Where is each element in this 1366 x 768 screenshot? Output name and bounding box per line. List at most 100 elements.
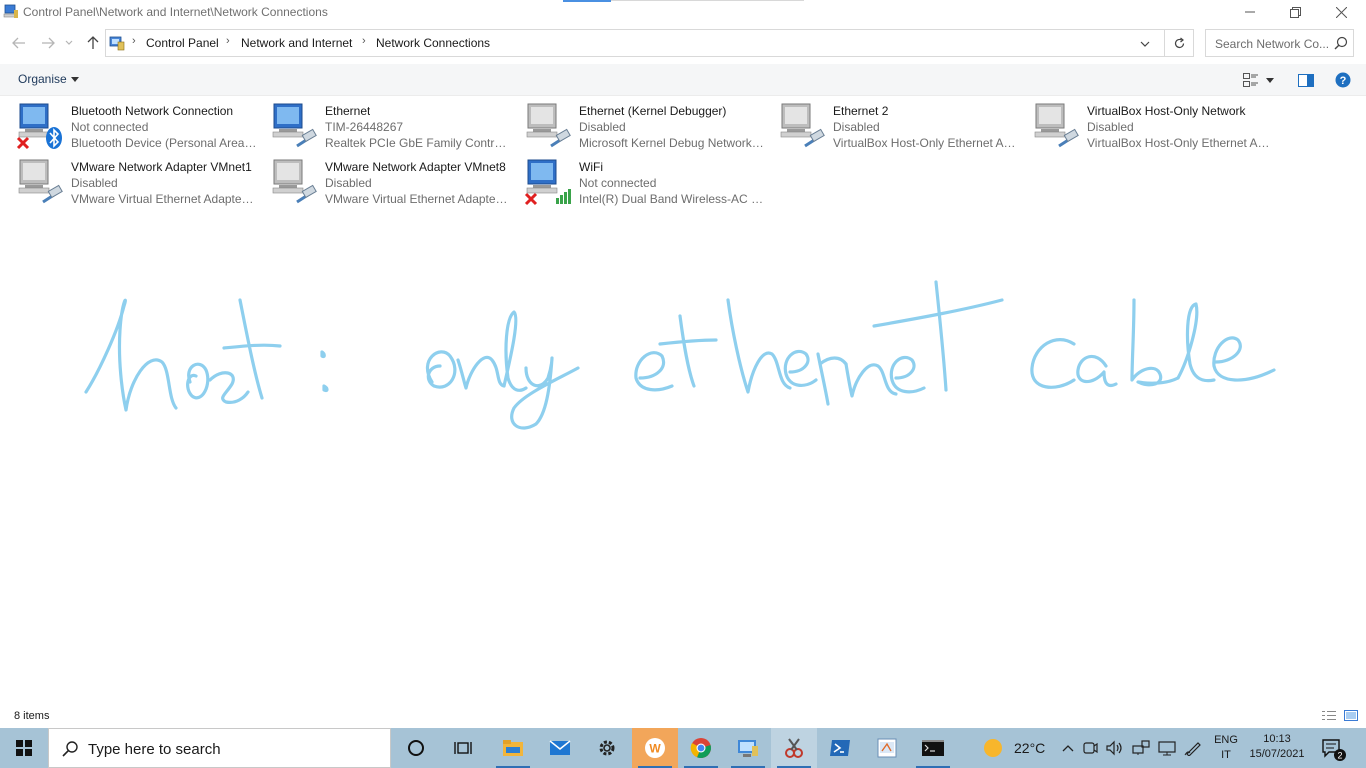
clock[interactable]: 10:13 15/07/2021 [1246, 732, 1308, 762]
back-button[interactable] [8, 33, 30, 53]
organise-label: Organise [18, 72, 67, 86]
item-count: 8 items [14, 710, 50, 722]
file-explorer-button[interactable] [490, 728, 536, 768]
weather-sun-icon [984, 739, 1002, 757]
view-options-icon [1243, 73, 1258, 87]
volume-icon[interactable] [1106, 740, 1124, 756]
breadcrumb-separator-icon: › [132, 35, 136, 47]
chevron-down-icon [1266, 77, 1274, 83]
chrome-icon [690, 738, 711, 759]
up-arrow-icon [87, 36, 99, 49]
powershell-button[interactable] [817, 728, 863, 768]
search-box[interactable]: Search Network Co... [1205, 29, 1354, 57]
recent-locations-button[interactable] [62, 33, 76, 53]
taskbar: Type here to search W 22°C ENG IT 10:13 … [0, 728, 1366, 768]
pen-workspace-icon[interactable] [1184, 740, 1202, 756]
chevron-down-icon [1140, 41, 1150, 47]
breadcrumb-network-and-internet[interactable]: Network and Internet [241, 36, 352, 50]
file-explorer-icon [503, 740, 523, 756]
svg-text:?: ? [1340, 75, 1347, 87]
help-button[interactable]: ? [1334, 72, 1352, 88]
title-accent [563, 0, 611, 2]
help-icon: ? [1335, 72, 1351, 88]
breadcrumb-control-panel[interactable]: Control Panel [146, 36, 219, 50]
cortana-button[interactable] [393, 728, 439, 768]
paint-button[interactable] [864, 728, 910, 768]
up-button[interactable] [82, 33, 104, 53]
task-view-icon [454, 742, 472, 754]
refresh-button[interactable] [1164, 30, 1194, 56]
preview-pane-button[interactable] [1297, 72, 1315, 88]
breadcrumb-network-connections[interactable]: Network Connections [376, 36, 490, 50]
address-history-button[interactable] [1134, 34, 1156, 54]
view-menu-button[interactable] [1264, 72, 1276, 88]
action-center-icon[interactable]: 2 [1320, 736, 1346, 762]
preview-pane-icon [1298, 73, 1314, 87]
terminal-icon [922, 740, 944, 756]
search-icon[interactable] [1334, 36, 1348, 50]
details-view-icon[interactable] [1322, 710, 1336, 721]
input-language[interactable]: ENG IT [1208, 733, 1244, 763]
task-view-button[interactable] [440, 728, 486, 768]
snipping-tool-button[interactable] [771, 728, 817, 768]
close-button[interactable] [1318, 0, 1364, 24]
meet-now-icon[interactable] [1082, 740, 1098, 756]
minimize-button[interactable] [1227, 0, 1273, 24]
chrome-button[interactable] [678, 728, 724, 768]
forward-button[interactable] [37, 33, 59, 53]
network-connections-app-icon [3, 4, 18, 18]
minimize-icon [1245, 11, 1255, 13]
terminal-button[interactable] [910, 728, 956, 768]
snipping-tool-icon [785, 738, 803, 758]
svg-text:W: W [649, 742, 661, 756]
search-icon [62, 741, 78, 757]
back-arrow-icon [12, 37, 25, 49]
app-w-icon: W [645, 738, 665, 758]
restore-button[interactable] [1272, 0, 1318, 24]
language-code: ENG [1214, 734, 1238, 746]
powershell-icon [830, 740, 850, 756]
handwritten-annotation [84, 280, 1276, 430]
organise-button[interactable]: Organise [18, 72, 79, 86]
weather-temperature: 22°C [1014, 740, 1046, 756]
settings-button[interactable] [584, 728, 630, 768]
breadcrumb-separator-icon: › [226, 35, 230, 47]
command-bar: Organise ? [0, 64, 1366, 96]
settings-icon [599, 740, 615, 756]
title-bar: Control Panel\Network and Internet\Netwo… [0, 0, 1366, 24]
navigation-bar: › Control Panel › Network and Internet ›… [0, 28, 1366, 58]
breadcrumb-separator-icon: › [362, 35, 366, 47]
control-panel-taskbar-button[interactable] [725, 728, 771, 768]
chevron-up-icon[interactable] [1062, 744, 1074, 752]
control-panel-icon [109, 36, 125, 51]
start-button[interactable] [0, 728, 48, 768]
refresh-icon [1174, 37, 1185, 48]
keyboard-layout: IT [1221, 749, 1231, 761]
chevron-down-icon [70, 76, 79, 82]
system-tray [1058, 728, 1206, 768]
window-title: Control Panel\Network and Internet\Netwo… [23, 5, 328, 19]
taskbar-search-box[interactable]: Type here to search [48, 728, 391, 768]
clock-date: 15/07/2021 [1249, 748, 1305, 760]
windows-logo-icon [16, 740, 32, 756]
change-view-button[interactable] [1242, 72, 1260, 88]
display-icon[interactable] [1158, 740, 1176, 756]
cortana-icon [408, 740, 424, 756]
weather-widget[interactable]: 22°C [982, 728, 1045, 768]
control-panel-icon [738, 740, 758, 757]
title-accent-line [611, 0, 804, 1]
forward-arrow-icon [42, 37, 55, 49]
status-bar: 8 items [0, 704, 1366, 728]
mail-button[interactable] [537, 728, 583, 768]
app-w-button[interactable]: W [632, 728, 678, 768]
restore-icon [1289, 6, 1301, 18]
connections-view: Bluetooth Network Connection Not connecte… [0, 96, 1366, 700]
close-icon [1335, 6, 1347, 18]
clock-time: 10:13 [1263, 733, 1291, 745]
chevron-down-icon [65, 40, 73, 45]
address-bar[interactable]: › Control Panel › Network and Internet ›… [105, 29, 1194, 57]
taskbar-search-placeholder: Type here to search [88, 741, 221, 758]
network-icon[interactable] [1132, 740, 1150, 756]
large-icons-view-icon[interactable] [1344, 710, 1358, 721]
mail-icon [549, 740, 571, 755]
